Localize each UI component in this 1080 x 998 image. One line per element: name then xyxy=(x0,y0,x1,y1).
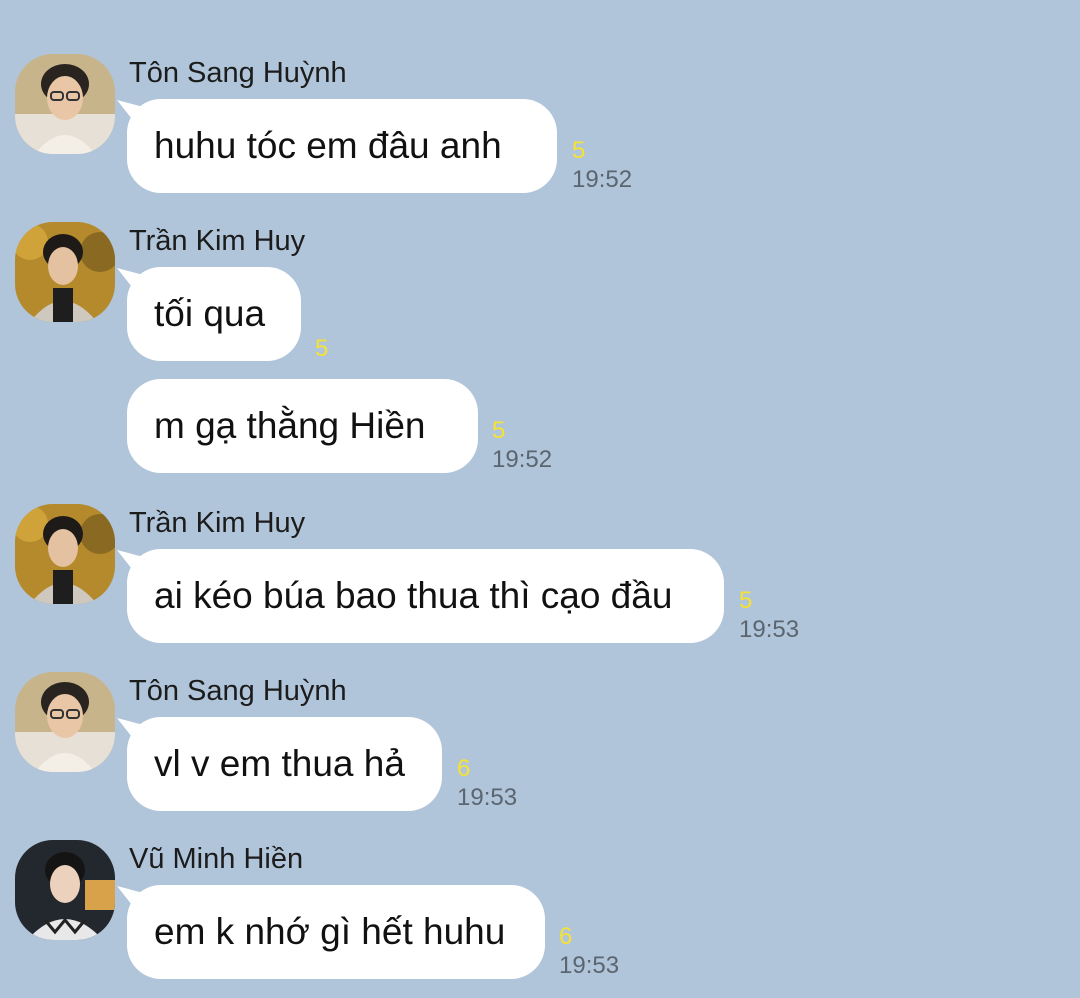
unread-count: 5 xyxy=(739,587,753,614)
unread-count: 6 xyxy=(559,923,573,950)
avatar-image xyxy=(15,840,115,940)
sender-name: Tôn Sang Huỳnh xyxy=(129,675,347,707)
avatar-image xyxy=(15,504,115,604)
sender-name: Tôn Sang Huỳnh xyxy=(129,57,347,89)
avatar-tran-kim-huy[interactable] xyxy=(15,504,115,604)
unread-count: 5 xyxy=(492,417,506,444)
sender-name: Trần Kim Huy xyxy=(129,225,306,257)
avatar-image xyxy=(15,672,115,772)
unread-count: 5 xyxy=(572,137,586,164)
message-time: 19:53 xyxy=(739,616,800,643)
message-bubble[interactable]: ai kéo búa bao thua thì cạo đầu xyxy=(127,549,724,643)
avatar-ton-sang-huynh[interactable] xyxy=(15,54,115,154)
avatar-tran-kim-huy[interactable] xyxy=(15,222,115,322)
sender-name: Vũ Minh Hiền xyxy=(129,843,304,875)
sender-name: Trần Kim Huy xyxy=(129,507,306,539)
message-time: 19:53 xyxy=(559,952,620,979)
avatar-image xyxy=(15,222,115,322)
avatar-vu-minh-hien[interactable] xyxy=(15,840,115,940)
message-time: 19:52 xyxy=(572,166,633,193)
avatar-ton-sang-huynh[interactable] xyxy=(15,672,115,772)
unread-count: 6 xyxy=(457,755,471,782)
message-time: 19:53 xyxy=(457,784,518,811)
message-bubble[interactable]: huhu tóc em đâu anh xyxy=(127,99,557,193)
message-bubble[interactable]: tối qua xyxy=(127,267,301,361)
message-bubble[interactable]: m gạ thằng Hiền xyxy=(127,379,478,473)
message-bubble[interactable]: vl v em thua hả xyxy=(127,717,442,811)
message-bubble[interactable]: em k nhớ gì hết huhu xyxy=(127,885,545,979)
unread-count: 5 xyxy=(315,335,329,362)
avatar-image xyxy=(15,54,115,154)
message-time: 19:52 xyxy=(492,446,553,473)
